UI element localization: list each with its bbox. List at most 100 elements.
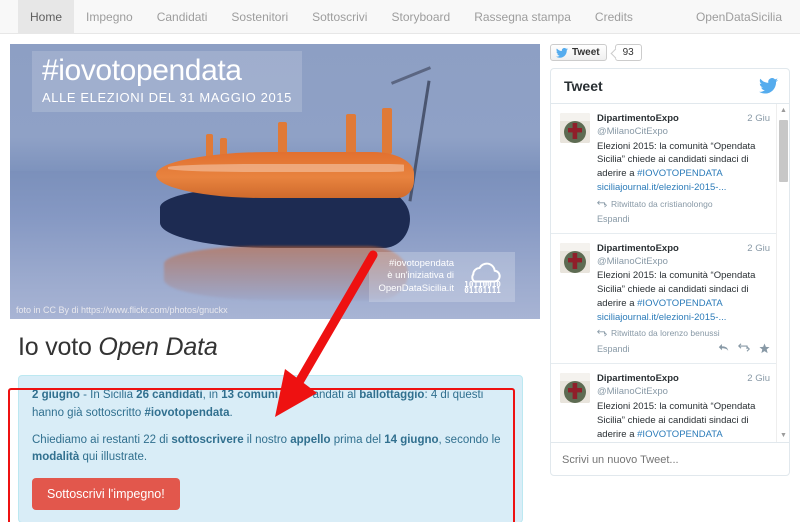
tweet-body: 2 Giu DipartimentoExpo @MilanoCitExpo El… bbox=[597, 373, 770, 442]
alert-text: - In Sicilia bbox=[79, 389, 137, 401]
avatar[interactable] bbox=[560, 373, 590, 404]
list-item[interactable]: 2 Giu DipartimentoExpo @MilanoCitExpo El… bbox=[551, 234, 776, 365]
tweet-author-handle[interactable]: @MilanoCitExpo bbox=[597, 256, 668, 267]
cloud-binary-icon: 10110010 01101111 bbox=[464, 262, 501, 294]
nav-item-credits[interactable]: Credits bbox=[583, 0, 645, 33]
hero-title-block: #iovotopendata ALLE ELEZIONI DEL 31 MAGG… bbox=[32, 51, 302, 112]
boat-post bbox=[346, 114, 356, 156]
tweet-meta: 2 Giu DipartimentoExpo @MilanoCitExpo bbox=[597, 113, 770, 139]
alert-text: , secondo le bbox=[438, 433, 501, 446]
avatar-image bbox=[560, 113, 590, 143]
tweet-author-name[interactable]: DipartimentoExpo bbox=[597, 113, 679, 124]
twitter-sidebar: Tweet 93 Tweet 2 Giu DipartimentoExpo @M… bbox=[550, 44, 790, 522]
tweet-share-row: Tweet 93 bbox=[550, 44, 790, 61]
tweet-author-name[interactable]: DipartimentoExpo bbox=[597, 373, 679, 384]
retweet-label: Ritwittato da lorenzo benussi bbox=[611, 328, 720, 339]
tweet-actions bbox=[718, 343, 770, 354]
reply-icon[interactable] bbox=[718, 343, 729, 352]
tweet-author-name[interactable]: DipartimentoExpo bbox=[597, 243, 679, 254]
avatar[interactable] bbox=[560, 242, 590, 273]
tweet-footer: Espandi bbox=[597, 343, 770, 354]
avatar[interactable] bbox=[560, 113, 590, 143]
initiative-badge-text: #iovotopendata è un'iniziativa di OpenDa… bbox=[378, 258, 454, 296]
page-title: Io voto Open Data bbox=[18, 333, 540, 362]
favorite-star-icon[interactable] bbox=[759, 343, 770, 354]
boat-post bbox=[382, 108, 392, 154]
page-title-plain: Io voto bbox=[18, 333, 99, 361]
tweet-expand-link[interactable]: Espandi bbox=[597, 214, 630, 224]
nav-item-home[interactable]: Home bbox=[18, 0, 75, 33]
alert-hashtag: #iovotopendata bbox=[144, 406, 230, 419]
hero-subtitle: ALLE ELEZIONI DEL 31 MAGGIO 2015 bbox=[42, 89, 292, 105]
tweet-retweet-info: Ritwittato da cristianolongo bbox=[597, 199, 770, 209]
twitter-tweet-stream[interactable]: 2 Giu DipartimentoExpo @MilanoCitExpo El… bbox=[551, 104, 789, 442]
tweet-author-handle[interactable]: @MilanoCitExpo bbox=[597, 386, 668, 397]
alert-comuni: 13 comuni bbox=[221, 389, 279, 401]
nav-item-candidati[interactable]: Candidati bbox=[145, 0, 220, 33]
retweet-icon[interactable] bbox=[738, 343, 750, 353]
tweet-link[interactable]: siciliajournal.it/elezioni-2015-... bbox=[597, 182, 726, 193]
alert-text: prima del bbox=[330, 433, 385, 446]
tweet-button-label: Tweet bbox=[572, 47, 600, 58]
alert-text: il nostro bbox=[243, 433, 291, 446]
retweet-icon bbox=[597, 200, 607, 208]
mooring-pole-tip bbox=[390, 66, 432, 85]
list-item[interactable]: 2 Giu DipartimentoExpo @MilanoCitExpo El… bbox=[551, 104, 776, 234]
badge-line-2: è un'iniziativa di bbox=[387, 270, 454, 282]
page-title-italic: Open Data bbox=[98, 333, 218, 361]
tweet-share-button[interactable]: Tweet bbox=[550, 44, 607, 61]
alert-deadline: 14 giugno bbox=[384, 433, 439, 446]
alert-appello: appello bbox=[290, 433, 331, 446]
nav-item-rassegna-stampa[interactable]: Rassegna stampa bbox=[462, 0, 583, 33]
badge-line-1: #iovotopendata bbox=[389, 257, 454, 269]
tweet-text: Elezioni 2015: la comunità “Opendata Sic… bbox=[597, 400, 770, 442]
boat-deck bbox=[156, 152, 414, 198]
tweet-author-handle[interactable]: @MilanoCitExpo bbox=[597, 126, 668, 137]
alert-modalita: modalità bbox=[32, 451, 80, 464]
announcement-alert: 2 giugno - In Sicilia 26 candidati, in 1… bbox=[18, 375, 523, 522]
tweet-hashtag[interactable]: #IOVOTOPENDATA bbox=[637, 429, 722, 440]
alert-paragraph-1: 2 giugno - In Sicilia 26 candidati, in 1… bbox=[32, 387, 509, 423]
sottoscrivi-impegno-button[interactable]: Sottoscrivi l'impegno! bbox=[32, 478, 180, 511]
scroll-up-arrow-icon[interactable]: ▲ bbox=[777, 104, 789, 117]
badge-line-3: OpenDataSicilia.it bbox=[378, 283, 454, 295]
boat-rail bbox=[168, 164, 404, 172]
alert-text: , sono andati al bbox=[278, 389, 360, 401]
twitter-bird-icon bbox=[556, 47, 568, 58]
alert-date: 2 giugno bbox=[32, 389, 80, 401]
tweet-link[interactable]: siciliajournal.it/elezioni-2015-... bbox=[597, 312, 726, 323]
tweet-hashtag[interactable]: #IOVOTOPENDATA bbox=[637, 168, 722, 179]
tweet-body: 2 Giu DipartimentoExpo @MilanoCitExpo El… bbox=[597, 243, 770, 355]
alert-sottoscrivere: sottoscrivere bbox=[171, 433, 244, 446]
tweet-compose-input[interactable] bbox=[560, 453, 780, 467]
tweet-hashtag[interactable]: #IOVOTOPENDATA bbox=[637, 298, 722, 309]
tweet-expand-link[interactable]: Espandi bbox=[597, 344, 630, 354]
alert-candidati: 26 candidati bbox=[136, 389, 203, 401]
nav-item-impegno[interactable]: Impegno bbox=[74, 0, 145, 33]
nav-item-storyboard[interactable]: Storyboard bbox=[379, 0, 462, 33]
timeline-scrollbar[interactable]: ▲ ▼ bbox=[776, 104, 789, 442]
brand-opendatasicilia[interactable]: OpenDataSicilia bbox=[696, 0, 800, 33]
top-navbar: Home Impegno Candidati Sostenitori Sotto… bbox=[0, 0, 800, 34]
nav-item-sostenitori[interactable]: Sostenitori bbox=[219, 0, 300, 33]
twitter-bird-icon[interactable] bbox=[759, 78, 778, 94]
nav-item-sottoscrivi[interactable]: Sottoscrivi bbox=[300, 0, 379, 33]
twitter-widget-title: Tweet bbox=[564, 78, 603, 94]
nav-items: Home Impegno Candidati Sostenitori Sotto… bbox=[18, 0, 645, 33]
photo-credit: foto in CC By di https://www.flickr.com/… bbox=[16, 305, 228, 315]
tweet-date: 2 Giu bbox=[747, 373, 770, 385]
page-container: #iovotopendata ALLE ELEZIONI DEL 31 MAGG… bbox=[0, 34, 800, 522]
list-item[interactable]: 2 Giu DipartimentoExpo @MilanoCitExpo El… bbox=[551, 364, 776, 442]
tweet-date: 2 Giu bbox=[747, 113, 770, 124]
tweet-compose-area[interactable] bbox=[551, 442, 789, 475]
initiative-badge: #iovotopendata è un'iniziativa di OpenDa… bbox=[369, 251, 515, 302]
scroll-down-arrow-icon[interactable]: ▼ bbox=[777, 429, 789, 442]
tweet-count-badge[interactable]: 93 bbox=[614, 44, 642, 61]
left-column: #iovotopendata ALLE ELEZIONI DEL 31 MAGG… bbox=[10, 44, 540, 522]
twitter-timeline-widget: Tweet 2 Giu DipartimentoExpo @MilanoCitE… bbox=[550, 68, 790, 476]
alert-text: Chiediamo ai restanti 22 di bbox=[32, 433, 172, 446]
avatar-image bbox=[560, 373, 590, 404]
twitter-widget-header: Tweet bbox=[551, 69, 789, 104]
scrollbar-thumb[interactable] bbox=[779, 120, 788, 182]
hero-title: #iovotopendata bbox=[42, 54, 242, 87]
